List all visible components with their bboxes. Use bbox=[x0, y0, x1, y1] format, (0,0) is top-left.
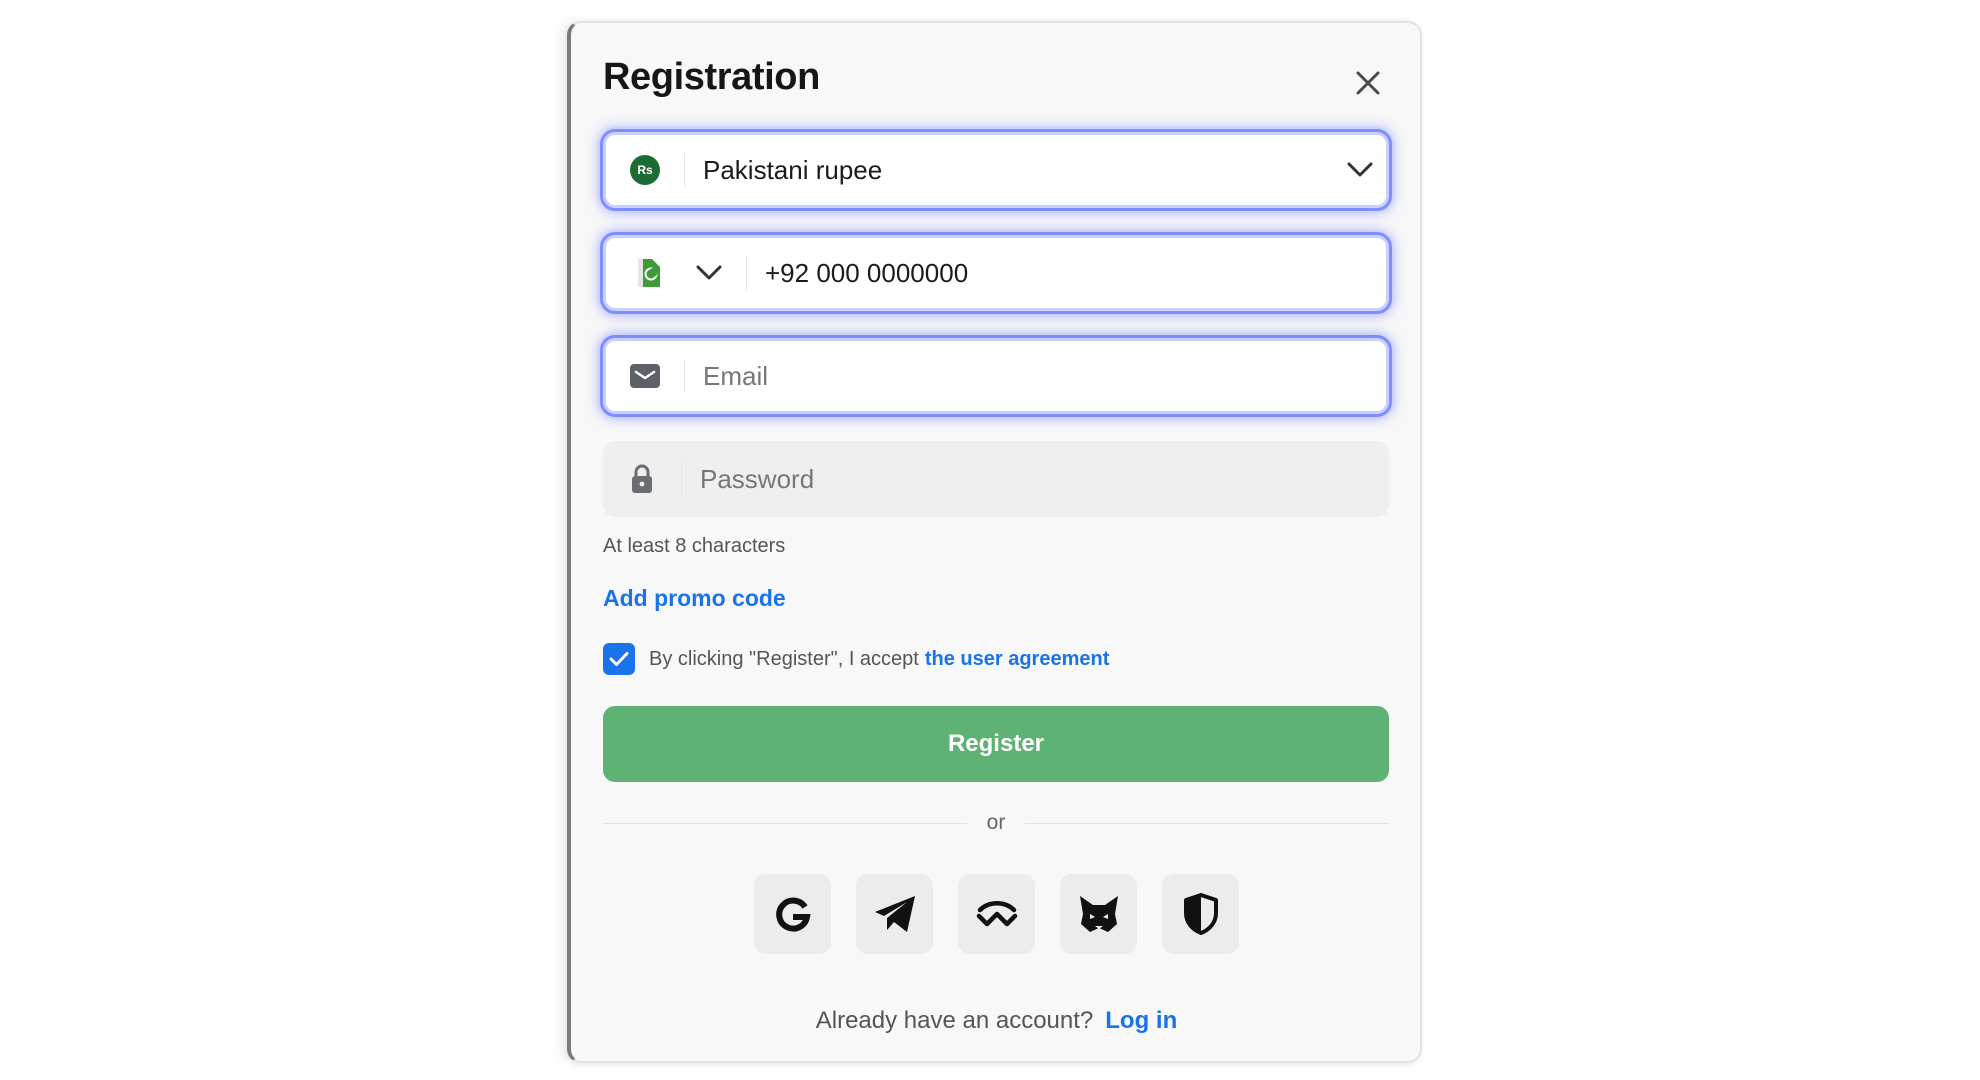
google-icon bbox=[775, 897, 811, 932]
telegram-login-button[interactable] bbox=[856, 874, 933, 954]
security-login-button[interactable] bbox=[1162, 874, 1239, 954]
telegram-icon bbox=[874, 896, 915, 932]
agreement-text: By clicking "Register", I accept bbox=[649, 647, 919, 670]
phone-input[interactable]: +92 000 0000000 bbox=[747, 258, 1386, 289]
agreement-checkbox[interactable] bbox=[603, 643, 635, 675]
password-input[interactable]: Password bbox=[682, 464, 1389, 495]
email-input[interactable]: Email bbox=[685, 361, 1386, 392]
modal-title: Registration bbox=[603, 56, 820, 98]
walletconnect-login-button[interactable] bbox=[958, 874, 1035, 954]
currency-badge: Rs bbox=[630, 155, 660, 185]
social-login-row bbox=[571, 874, 1422, 954]
lock-icon bbox=[632, 464, 652, 493]
add-promo-code-link[interactable]: Add promo code bbox=[603, 585, 786, 612]
or-divider: or bbox=[603, 808, 1389, 838]
password-field[interactable]: Password bbox=[603, 441, 1389, 517]
chevron-down-icon bbox=[696, 265, 722, 280]
shield-icon bbox=[1183, 893, 1218, 935]
phone-field[interactable]: +92 000 0000000 bbox=[603, 235, 1389, 311]
login-link[interactable]: Log in bbox=[1105, 1007, 1177, 1035]
user-agreement-link[interactable]: the user agreement bbox=[925, 648, 1110, 671]
email-field[interactable]: Email bbox=[603, 338, 1389, 414]
password-hint: At least 8 characters bbox=[603, 535, 786, 557]
google-login-button[interactable] bbox=[754, 874, 831, 954]
currency-value: Pakistani rupee bbox=[703, 154, 883, 185]
country-code-select[interactable] bbox=[606, 257, 746, 289]
checkmark-icon bbox=[609, 652, 629, 666]
or-label: or bbox=[986, 811, 1006, 834]
currency-select[interactable]: Rs Pakistani rupee bbox=[603, 132, 1389, 208]
account-question: Already have an account? bbox=[815, 1007, 1094, 1034]
register-button[interactable]: Register bbox=[603, 706, 1389, 782]
chevron-down-icon bbox=[1334, 162, 1386, 178]
metamask-icon bbox=[1079, 896, 1118, 932]
registration-modal: Registration Rs Pakistani rupee +92 000 … bbox=[567, 21, 1422, 1063]
walletconnect-icon bbox=[976, 901, 1017, 927]
pakistan-flag-icon bbox=[638, 259, 660, 287]
close-button[interactable] bbox=[1346, 61, 1390, 105]
envelope-icon bbox=[630, 364, 660, 388]
agreement-row: By clicking "Register", I accept the use… bbox=[603, 643, 1109, 675]
close-icon bbox=[1356, 71, 1380, 95]
metamask-login-button[interactable] bbox=[1060, 874, 1137, 954]
login-prompt: Already have an account? Log in bbox=[571, 1007, 1422, 1035]
